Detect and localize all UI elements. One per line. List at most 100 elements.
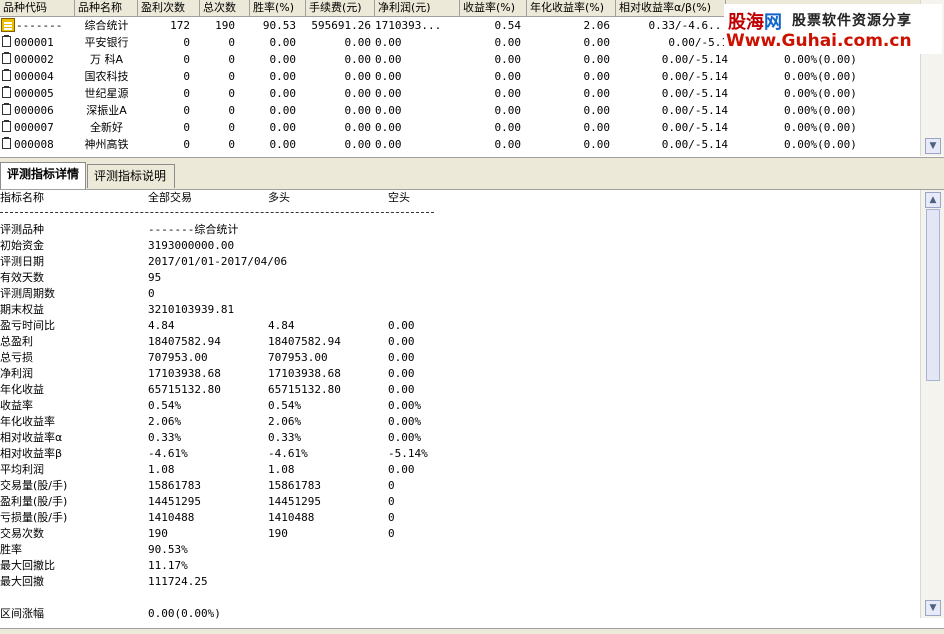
metric-short-value: 0 [388,527,395,540]
col-total-header[interactable]: 总次数 [200,0,250,16]
metric-label: 净利润 [0,367,33,380]
col-annual-header[interactable]: 年化收益率(%) [527,0,616,16]
detail-scrollbar[interactable]: ▲ ▼ [920,190,944,618]
cell-net: 0.00 [375,104,402,117]
metric-long-value: 18407582.94 [268,335,341,348]
col-name-header[interactable]: 品种名称 [75,0,138,16]
document-icon [2,35,11,47]
metric-label: 胜率 [0,543,22,556]
cell-wins: 0 [183,121,190,134]
cell-winrate: 0.00 [269,87,297,100]
cell-annual: 0.00 [583,87,611,100]
cell-relative: 0.00/-5.1 [668,36,728,49]
cell-wins: 172 [170,19,190,32]
scroll-down-icon[interactable]: ▼ [925,138,941,154]
col-wins-header[interactable]: 盈利次数 [138,0,200,16]
metric-all-value: 1410488 [148,511,195,524]
metric-label: 区间涨幅 [0,607,44,620]
table-row[interactable]: 000008 神州高铁 0 0 0.00 0.00 0.00 0.00 0.00 0.00/-5.… [0,136,924,153]
metric-all-value: 0.33% [148,431,182,444]
tab-metric-description[interactable]: 评测指标说明 [87,164,175,188]
cell-code: 000002 [14,53,54,66]
table-row[interactable]: 000006 深振业A 0 0 0.00 0.00 0.00 0.00 0.00 0.00/-5.… [0,102,924,119]
metric-all-value: 95 [148,271,162,284]
cell-extra: 0.00%(0.00) [784,70,857,83]
metric-short-value: 0.00% [388,415,422,428]
col-yield-header[interactable]: 收益率(%) [460,0,527,16]
table-row[interactable]: 000005 世纪星源 0 0 0.00 0.00 0.00 0.00 0.00 0.00/-5.… [0,85,924,102]
cell-annual: 0.00 [583,138,611,151]
cell-relative: 0.33/-4.6... [648,19,728,32]
metric-label: 盈利量(股/手) [0,495,68,508]
col-relative-header[interactable]: 相对收益率α/β(%) [616,0,726,16]
cell-code: 000001 [14,36,54,49]
cell-fee: 595691.26 [311,19,371,32]
cell-yield: 0.54 [494,19,522,32]
cell-code: 000004 [14,70,54,83]
metric-short-value: 0.00 [388,367,415,380]
metric-all-value: 0.00(0.00%) [148,607,221,620]
cell-extra: 0.00%(0.00) [784,104,857,117]
table-row[interactable]: 000004 国农科技 0 0 0.00 0.00 0.00 0.00 0.00 0.00/-5.… [0,68,924,85]
cell-name: 深振业A [86,104,127,117]
watermark-logo: 股海网 股票软件资源分享 Www.Guhai.com.cn [724,4,942,54]
cell-wins: 0 [183,104,190,117]
cell-total: 0 [228,53,235,66]
metric-label: 初始资金 [0,239,44,252]
col-net-header[interactable]: 净利润(元) [375,0,460,16]
document-icon [2,86,11,98]
cell-winrate: 90.53 [262,19,296,32]
metric-short-value: 0 [388,511,395,524]
col-winrate-header[interactable]: 胜率(%) [250,0,306,16]
metric-short-value: -5.14% [388,447,428,460]
scroll-thumb[interactable] [926,209,940,381]
cell-extra: 0.00%(0.00) [784,138,857,151]
cell-yield: 0.00 [494,138,522,151]
cell-code: 000005 [14,87,54,100]
metric-short-value: 0.00% [388,399,422,412]
metric-all-value: 2017/01/01-2017/04/06 [148,255,288,268]
tab-metric-details[interactable]: 评测指标详情 [0,162,86,189]
metric-long-value: 14451295 [268,495,321,508]
cell-yield: 0.00 [494,87,522,100]
scroll-down-icon[interactable]: ▼ [925,600,941,616]
status-strip [0,628,944,634]
header-metric-name: 指标名称 [0,191,44,204]
cell-wins: 0 [183,70,190,83]
cell-name: 神州高铁 [84,138,129,151]
cell-yield: 0.00 [494,36,522,49]
metric-all-value: 1.08 [148,463,175,476]
cell-winrate: 0.00 [269,53,297,66]
cell-total: 0 [228,121,235,134]
metric-label: 盈亏时间比 [0,319,55,332]
cell-fee: 0.00 [344,138,372,151]
scroll-up-icon[interactable]: ▲ [925,192,941,208]
metric-label: 总亏损 [0,351,33,364]
metric-all-value: 18407582.94 [148,335,221,348]
cell-fee: 0.00 [344,87,372,100]
cell-annual: 0.00 [583,53,611,66]
col-code-header[interactable]: 品种代码 [0,0,75,16]
metric-all-value: 4.84 [148,319,175,332]
metric-label: 评测日期 [0,255,44,268]
cell-total: 190 [215,19,235,32]
metric-label: 总盈利 [0,335,33,348]
table-row[interactable]: 000007 全新好 0 0 0.00 0.00 0.00 0.00 0.00 0.00/-5.1… [0,119,924,136]
cell-yield: 0.00 [494,53,522,66]
metric-all-value: 14451295 [148,495,201,508]
metric-label: 收益率 [0,399,33,412]
metric-long-value: 0.33% [268,431,302,444]
document-icon [2,137,11,149]
metric-all-value: 111724.25 [148,575,208,588]
metric-all-value: 90.53% [148,543,188,556]
col-fee-header[interactable]: 手续费(元) [306,0,375,16]
cell-winrate: 0.00 [269,70,297,83]
cell-wins: 0 [183,138,190,151]
cell-annual: 2.06 [583,19,611,32]
metric-all-value: 17103938.68 [148,367,221,380]
cell-annual: 0.00 [583,121,611,134]
document-icon [2,120,11,132]
cell-code: 000008 [14,138,54,151]
metric-long-value: 2.06% [268,415,302,428]
document-icon [2,103,11,115]
